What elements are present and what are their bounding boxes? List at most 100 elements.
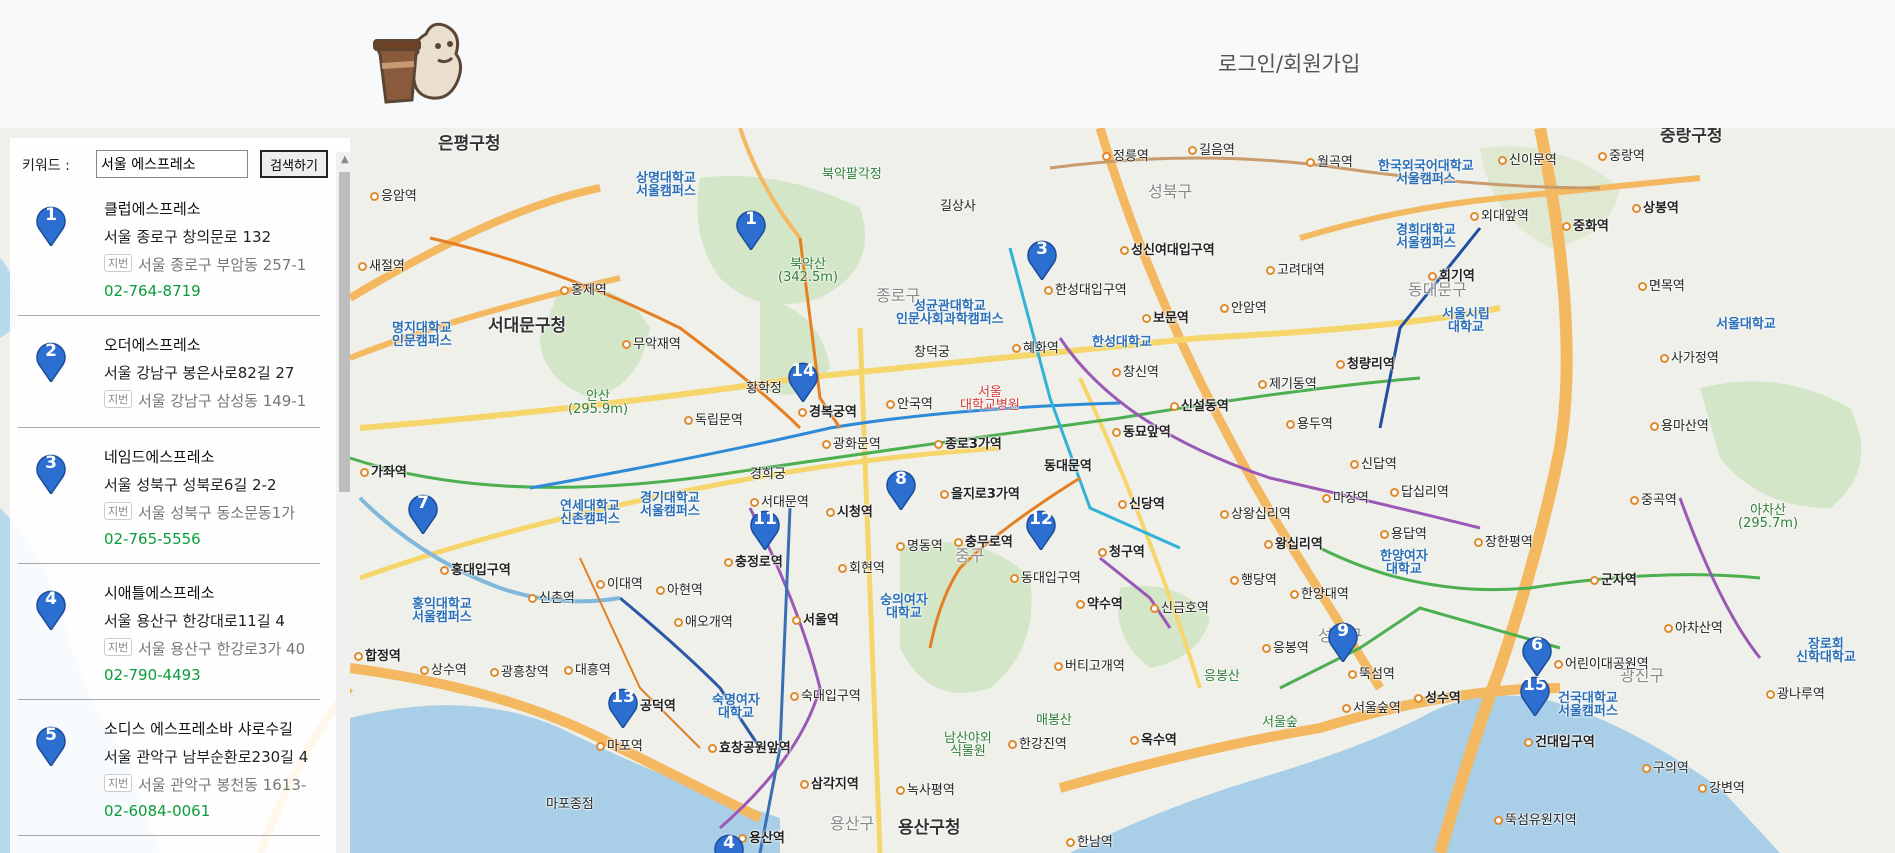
station-gireum: 길음역 [1188,144,1235,157]
place-name[interactable]: 오더에스프레소 [104,334,201,355]
station-bomun: 보문역 [1142,312,1189,325]
station-wangsimni: 왕십리역 [1264,538,1323,551]
place-name[interactable]: 시애틀에스프레소 [104,582,214,603]
station-gangbyeon: 강변역 [1698,782,1745,795]
login-signup-link[interactable]: 로그인/회원가입 [1218,48,1360,78]
map-marker-1[interactable]: 1 [734,204,768,252]
map-marker-9[interactable]: 9 [1326,616,1360,664]
station-anam: 안암역 [1220,302,1267,315]
station-yongmasan: 용마산역 [1650,420,1709,433]
station-dongdae-ipgu: 동대입구역 [1010,572,1081,585]
phone-number: 02-765-5556 [104,530,201,548]
map-label-konkuk: 건국대학교 서울캠퍼스 [1558,691,1618,719]
jibun-address: 서울 관악구 봉천동 1613- [138,776,307,794]
station-yongdap: 용답역 [1380,528,1427,541]
station-hanyang-univ: 한양대역 [1290,588,1349,601]
station-hoegi: 회기역 [1428,270,1475,283]
map-marker-14[interactable]: 14 [786,356,820,404]
station-seongsu: 성수역 [1414,692,1461,705]
station-sinimun: 신이문역 [1498,154,1557,167]
logo-icon[interactable] [372,14,472,110]
station-mapo: 마포역 [596,740,643,753]
map-label-hufs: 한국외국어대학교 서울캠퍼스 [1378,159,1474,187]
station-eungbong: 응봉역 [1262,642,1309,655]
station-changsin: 창신역 [1112,366,1159,379]
list-item[interactable]: 4 시애틀에스프레소 서울 용산구 한강대로11길 4 지번 서울 용산구 한강… [18,564,320,700]
station-childrens-park: 어린이대공원역 [1554,658,1649,671]
station-eungam: 응암역 [370,190,417,203]
list-item[interactable]: 2 오더에스프레소 서울 강남구 봉은사로82길 27 지번 서울 강남구 삼성… [18,316,320,428]
scroll-up-icon[interactable]: ▲ [341,154,349,165]
map-label-jung: 중구 [955,546,985,565]
station-samgakji: 삼각지역 [800,778,859,791]
station-beotigogae: 버티고개역 [1054,660,1125,673]
map-label-presbyterian: 장로회 신학대학교 [1796,637,1856,665]
road-address: 서울 성북구 성북로6길 2-2 [104,476,277,494]
map-label-eunpyeong: 은평구청 [438,134,501,154]
place-name[interactable]: 네임드에스프레소 [104,446,214,467]
search-button[interactable]: 검색하기 [260,150,328,178]
map-marker-3[interactable]: 3 [1025,234,1059,282]
search-results-panel: 키워드 : 검색하기 1 클럽에스프레소 서울 종로구 창의문로 132 지번 … [10,138,350,853]
station-hongje: 홍제역 [560,284,607,297]
phone-number: 02-6084-0061 [104,802,211,820]
station-seoul-forest: 서울숲역 [1342,702,1401,715]
list-item[interactable]: 1 클럽에스프레소 서울 종로구 창의문로 132 지번 서울 종로구 부암동 … [18,180,320,316]
map-label-achasan: 아차산 (295.7m) [1738,503,1799,531]
jibun-tag: 지번 [104,774,133,792]
results-scrollbar[interactable]: ▲ [336,152,350,853]
map-label-hansung: 한성대학교 [1092,335,1152,350]
station-cheongnyangni: 청량리역 [1336,358,1395,371]
map-label-hanyang-women: 한양여자 대학교 [1380,549,1428,577]
map-marker-12[interactable]: 12 [1024,504,1058,552]
station-yongdu: 용두역 [1286,418,1333,431]
station-saejeol: 새절역 [358,260,405,273]
map-marker-11[interactable]: 11 [748,504,782,552]
keyword-input[interactable] [96,150,248,178]
station-muakjae: 무악재역 [622,338,681,351]
header-bar: 로그인/회원가입 [0,0,1895,128]
map-marker-13[interactable]: 13 [606,682,640,730]
station-gunja: 군자역 [1590,574,1637,587]
list-item[interactable]: 3 네임드에스프레소 서울 성북구 성북로6길 2-2 지번 서울 성북구 동소… [18,428,320,564]
map-label-sangmyung: 상명대학교 서울캠퍼스 [636,171,696,199]
keyword-label: 키워드 : [22,158,70,174]
marker-icon: 1 [34,200,68,248]
station-hongdae: 홍대입구역 [440,564,511,577]
map-label-sungui: 숭의여자 대학교 [880,593,928,621]
marker-icon: 3 [34,448,68,496]
scroll-thumb[interactable] [339,172,350,492]
station-sangwangsimni: 상왕십리역 [1220,508,1291,521]
station-goryeodae: 고려대역 [1266,264,1325,277]
station-konkuk: 건대입구역 [1524,736,1595,749]
station-hoehyeon: 회현역 [838,562,885,575]
station-sindang: 신당역 [1118,498,1165,511]
list-item[interactable]: 5 소디스 에스프레소바 샤로수길 서울 관악구 남부순환로230길 4 지번 … [18,700,320,836]
place-name[interactable]: 클럽에스프레소 [104,198,201,219]
station-singeumho: 신금호역 [1150,602,1209,615]
station-sinseol: 신설동역 [1170,400,1229,413]
map-label-eungbongsan: 응봉산 [1204,669,1240,684]
map-label-khu: 경희대학교 서울캠퍼스 [1396,223,1456,251]
marker-icon: 5 [34,720,68,768]
station-dongmyo: 동묘앞역 [1112,426,1171,439]
road-address: 서울 용산구 한강대로11길 4 [104,612,285,630]
map-marker-4[interactable]: 4 [712,828,746,853]
station-wolgok: 월곡역 [1306,156,1353,169]
station-sungshin: 성신여대입구역 [1120,244,1215,257]
results-list: 1 클럽에스프레소 서울 종로구 창의문로 132 지번 서울 종로구 부암동 … [18,180,320,836]
station-gwangnaru: 광나루역 [1766,688,1825,701]
map-marker-7[interactable]: 7 [406,488,440,536]
station-achasan: 아차산역 [1664,622,1723,635]
road-address: 서울 종로구 창의문로 132 [104,228,272,246]
station-jongno3: 종로3가역 [934,438,1002,451]
place-name[interactable]: 소디스 에스프레소바 샤로수길 [104,718,293,739]
station-ttukseom: 뚝섬역 [1348,668,1395,681]
map-marker-8[interactable]: 8 [884,464,918,512]
map-label-yongsan: 용산구 [830,814,875,833]
station-myeonmok: 면목역 [1638,280,1685,293]
map-marker-15[interactable]: 15 [1518,670,1552,718]
station-jungnang: 중랑역 [1598,150,1645,163]
jibun-address: 서울 강남구 삼성동 149-1 [138,392,307,410]
map-label-hwanghakjeong: 황학정 [746,381,782,396]
